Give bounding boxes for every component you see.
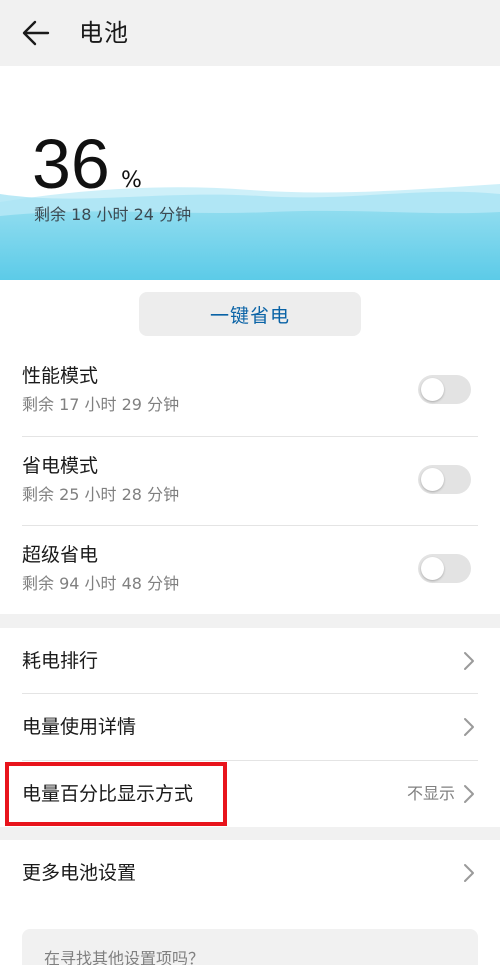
settings-suggestion-card[interactable]: 在寻找其他设置项吗？ bbox=[22, 929, 478, 965]
ultra-saving-mode-toggle[interactable] bbox=[418, 554, 471, 583]
mode-remaining: 剩余 94 小时 48 分钟 bbox=[22, 574, 180, 593]
chevron-right-icon bbox=[464, 652, 474, 670]
mode-row-ultra-saving[interactable]: 超级省电 剩余 94 小时 48 分钟 bbox=[0, 526, 500, 614]
chevron-right-icon bbox=[464, 718, 474, 736]
list-item-power-ranking[interactable]: 耗电排行 bbox=[0, 628, 500, 694]
section-separator bbox=[0, 614, 500, 628]
battery-percent-sign: % bbox=[121, 168, 142, 193]
toggle-knob bbox=[421, 378, 444, 401]
list-item-label: 电量百分比显示方式 bbox=[22, 783, 194, 805]
list-item-usage-details[interactable]: 电量使用详情 bbox=[0, 694, 500, 760]
battery-settings-screen: 电池 36 % 剩余 18 小时 24 分钟 一键省电 性能模式 剩余 17 小… bbox=[0, 0, 500, 965]
mode-title: 超级省电 bbox=[22, 544, 99, 566]
page-title: 电池 bbox=[79, 19, 129, 47]
list-item-label: 耗电排行 bbox=[22, 650, 99, 672]
battery-level-panel: 36 % 剩余 18 小时 24 分钟 bbox=[0, 66, 500, 280]
battery-remaining-time: 剩余 18 小时 24 分钟 bbox=[34, 205, 192, 224]
arrow-left-icon bbox=[22, 20, 50, 46]
mode-remaining: 剩余 25 小时 28 分钟 bbox=[22, 485, 180, 504]
power-saving-mode-toggle[interactable] bbox=[418, 465, 471, 494]
one-tap-save-button[interactable]: 一键省电 bbox=[139, 292, 361, 336]
section-separator bbox=[0, 827, 500, 840]
chevron-right-icon bbox=[464, 864, 474, 882]
mode-row-performance[interactable]: 性能模式 剩余 17 小时 29 分钟 bbox=[0, 347, 500, 435]
mode-row-power-saving[interactable]: 省电模式 剩余 25 小时 28 分钟 bbox=[0, 437, 500, 525]
app-bar: 电池 bbox=[0, 0, 500, 66]
list-item-percentage-display[interactable]: 电量百分比显示方式 不显示 bbox=[0, 761, 500, 827]
list-item-more-battery-settings[interactable]: 更多电池设置 bbox=[0, 840, 500, 906]
performance-mode-toggle[interactable] bbox=[418, 375, 471, 404]
mode-title: 性能模式 bbox=[22, 365, 99, 387]
chevron-right-icon bbox=[464, 785, 474, 803]
suggestion-text: 在寻找其他设置项吗？ bbox=[44, 949, 205, 965]
back-button[interactable] bbox=[14, 12, 58, 54]
mode-title: 省电模式 bbox=[22, 455, 99, 477]
toggle-knob bbox=[421, 557, 444, 580]
mode-remaining: 剩余 17 小时 29 分钟 bbox=[22, 395, 180, 414]
list-item-value: 不显示 bbox=[406, 784, 455, 803]
list-item-label: 电量使用详情 bbox=[22, 716, 137, 738]
toggle-knob bbox=[421, 468, 444, 491]
battery-percent: 36 bbox=[32, 125, 110, 203]
list-item-label: 更多电池设置 bbox=[22, 862, 137, 884]
